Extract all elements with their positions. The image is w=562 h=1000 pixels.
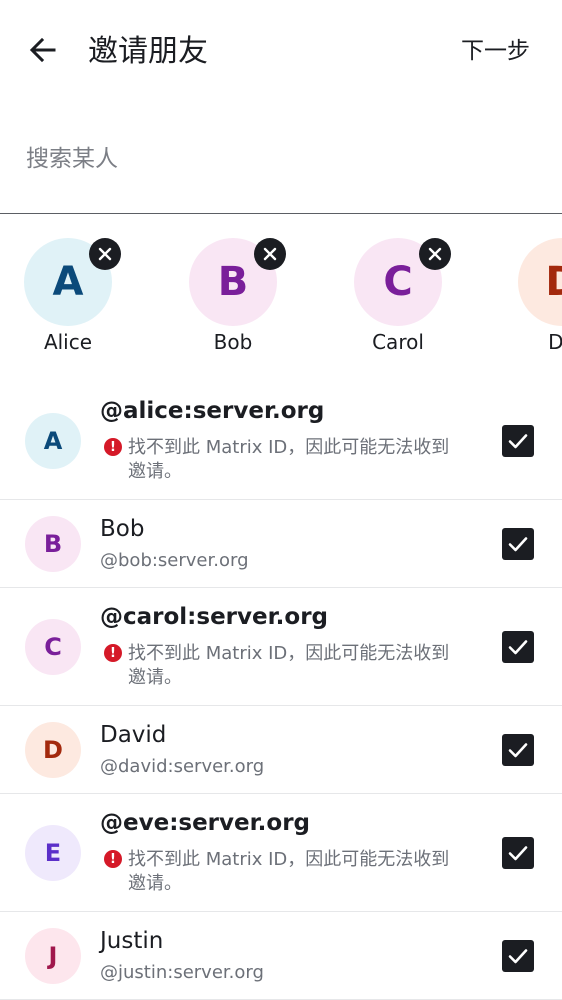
check-icon: [508, 743, 528, 758]
top-app-bar: 邀请朋友 下一步: [0, 0, 562, 104]
search-field[interactable]: 搜索某人: [0, 104, 562, 214]
page-title: 邀请朋友: [88, 34, 208, 69]
check-icon: [508, 949, 528, 964]
user-id: @carol:server.org: [100, 604, 329, 630]
close-icon: [98, 247, 112, 261]
chip-label: Alice: [43, 330, 93, 354]
chip-label: Bob: [213, 330, 253, 354]
check-icon: [508, 434, 528, 449]
display-name: David: [100, 722, 167, 748]
select-checkbox[interactable]: [502, 425, 534, 457]
avatar: E: [25, 825, 81, 881]
close-icon: [428, 247, 442, 261]
avatar: B: [25, 516, 81, 572]
user-list-item[interactable]: B Bob @bob:server.org: [0, 500, 562, 588]
warning-text: 找不到此 Matrix ID，因此可能无法收到邀请。: [128, 437, 450, 482]
error-icon: !: [104, 438, 122, 456]
next-button[interactable]: 下一步: [461, 34, 530, 68]
avatar: C: [25, 619, 81, 675]
select-checkbox[interactable]: [502, 631, 534, 663]
arrow-left-icon: [29, 37, 56, 63]
remove-user-button[interactable]: [254, 238, 286, 270]
back-button[interactable]: [24, 30, 64, 70]
check-icon: [508, 640, 528, 655]
select-checkbox[interactable]: [502, 837, 534, 869]
warning-text: 找不到此 Matrix ID，因此可能无法收到邀请。: [128, 643, 450, 688]
chip-label: Carol: [372, 330, 424, 354]
error-icon: !: [104, 850, 122, 868]
remove-user-button[interactable]: [419, 238, 451, 270]
search-input[interactable]: 搜索某人: [26, 142, 118, 176]
select-checkbox[interactable]: [502, 940, 534, 972]
avatar: D: [518, 238, 562, 326]
selected-user-chip[interactable]: D Da: [502, 238, 562, 358]
avatar: A: [25, 413, 81, 469]
remove-user-button[interactable]: [89, 238, 121, 270]
check-icon: [508, 846, 528, 861]
user-list-item[interactable]: C @carol:server.org! 找不到此 Matrix ID，因此可能无法…: [0, 588, 562, 706]
selected-users-row: AAlice BBob CCarol D Da: [0, 226, 562, 366]
user-id: @alice:server.org: [100, 398, 325, 424]
user-id: @bob:server.org: [100, 550, 249, 571]
selected-user-chip[interactable]: C Carol: [338, 238, 458, 358]
chip-label: Da: [548, 330, 562, 354]
selected-user-chip[interactable]: B Bob: [173, 238, 293, 358]
selected-user-chip[interactable]: A Alice: [8, 238, 128, 358]
close-icon: [263, 247, 277, 261]
check-icon: [508, 537, 528, 552]
avatar: D: [25, 722, 81, 778]
display-name: Justin: [100, 928, 164, 954]
display-name: Bob: [100, 516, 145, 542]
user-id: @eve:server.org: [100, 810, 311, 836]
warning-text: 找不到此 Matrix ID，因此可能无法收到邀请。: [128, 849, 450, 894]
error-icon: !: [104, 644, 122, 662]
select-checkbox[interactable]: [502, 734, 534, 766]
user-list-item[interactable]: D David @david:server.org: [0, 706, 562, 794]
user-list-item[interactable]: A @alice:server.org! 找不到此 Matrix ID，因此可能无法…: [0, 382, 562, 500]
user-id: @david:server.org: [100, 756, 265, 777]
user-id: @justin:server.org: [100, 962, 264, 983]
user-results-list: A @alice:server.org! 找不到此 Matrix ID，因此可能无法…: [0, 382, 562, 1000]
select-checkbox[interactable]: [502, 528, 534, 560]
avatar: J: [25, 928, 81, 984]
user-list-item[interactable]: E @eve:server.org! 找不到此 Matrix ID，因此可能无法收到…: [0, 794, 562, 912]
user-list-item[interactable]: J Justin @justin:server.org: [0, 912, 562, 1000]
